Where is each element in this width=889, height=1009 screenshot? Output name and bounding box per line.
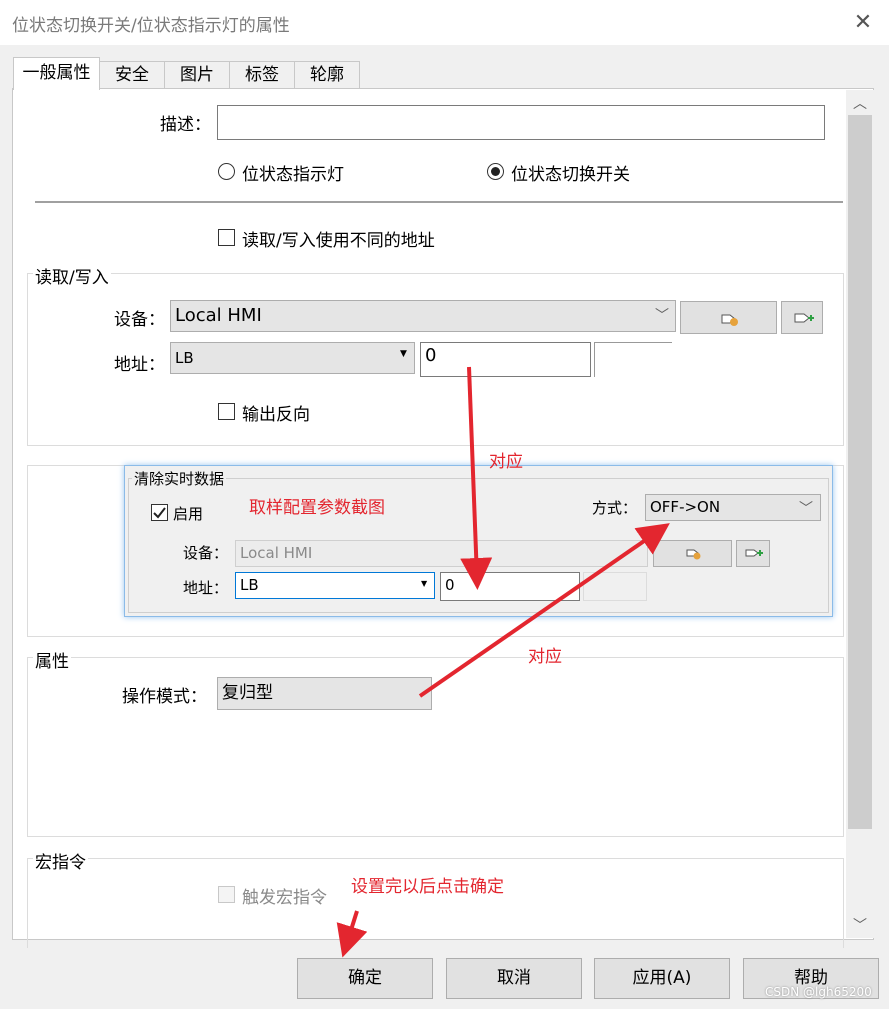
apply-button[interactable]: 应用(A): [594, 958, 730, 999]
tab-general[interactable]: 一般属性: [13, 57, 100, 90]
window-title: 位状态切换开关/位状态指示灯的属性: [12, 16, 290, 36]
diff-address-label: 读取/写入使用不同的地址: [242, 231, 435, 251]
device-add-button[interactable]: [781, 301, 823, 334]
checkmark-icon: [153, 507, 166, 519]
tag-add-icon: [745, 549, 763, 557]
clear-address-extra-field: [583, 572, 647, 601]
address-type-select[interactable]: LB: [170, 342, 415, 374]
clear-realtime-data-legend: 清除实时数据: [132, 468, 227, 489]
clear-enable-label: 启用: [173, 505, 204, 523]
clear-mode-select[interactable]: OFF->ON: [645, 494, 821, 521]
trigger-macro-label: 触发宏指令: [242, 888, 327, 908]
clear-address-type-select[interactable]: LB: [235, 572, 435, 599]
tab-picture[interactable]: 图片: [164, 61, 230, 88]
radio-bit-switch-label: 位状态切换开关: [511, 165, 630, 185]
operation-mode-value: 复归型: [222, 683, 273, 703]
tag-add-icon: [794, 313, 814, 323]
operation-mode-label: 操作模式：: [122, 687, 207, 707]
tab-label[interactable]: 标签: [229, 61, 295, 88]
description-input[interactable]: [217, 105, 825, 140]
scroll-up-icon[interactable]: ︿: [848, 93, 872, 113]
clear-device-value: Local HMI: [240, 544, 313, 562]
clear-device-label: 设备：: [183, 544, 229, 562]
address-extra-field: [594, 342, 672, 377]
scrollbar-thumb[interactable]: [848, 115, 872, 829]
macro-legend: 宏指令: [33, 848, 88, 873]
clear-address-type-value: LB: [240, 576, 259, 594]
cancel-button[interactable]: 取消: [446, 958, 582, 999]
diff-address-checkbox[interactable]: [218, 229, 235, 246]
clear-device-select[interactable]: Local HMI: [235, 540, 648, 567]
operation-mode-select[interactable]: 复归型: [217, 677, 432, 710]
caret-down-icon: ▼: [400, 349, 407, 359]
tag-settings-icon: [721, 314, 738, 326]
caret-down-icon: ▼: [421, 579, 428, 588]
tag-settings-icon: [686, 549, 701, 560]
clear-address-label: 地址：: [183, 579, 229, 597]
device-label: 设备：: [114, 310, 165, 330]
clear-enable-checkbox[interactable]: [151, 504, 168, 521]
watermark: CSDN @lgh65200: [765, 985, 872, 999]
ok-button[interactable]: 确定: [297, 958, 433, 999]
device-select-value: Local HMI: [175, 305, 262, 326]
tab-security[interactable]: 安全: [99, 61, 165, 88]
annotation-corresponds-2: 对应: [528, 647, 562, 667]
invert-output-label: 输出反向: [242, 405, 310, 425]
address-input[interactable]: 0: [420, 342, 591, 377]
clear-address-input[interactable]: 0: [440, 572, 580, 601]
annotation-sample-screenshot: 取样配置参数截图: [249, 498, 385, 518]
close-icon[interactable]: ✕: [848, 8, 878, 38]
chevron-down-icon: ﹀: [655, 308, 669, 324]
trigger-macro-checkbox[interactable]: [218, 886, 235, 903]
radio-bit-switch[interactable]: [487, 163, 504, 180]
clear-mode-label: 方式：: [592, 499, 638, 517]
clear-device-settings-button[interactable]: [653, 540, 732, 567]
radio-bit-lamp-label: 位状态指示灯: [242, 165, 344, 185]
address-type-value: LB: [175, 349, 194, 367]
clear-mode-value: OFF->ON: [650, 498, 721, 516]
read-write-legend: 读取/写入: [33, 263, 111, 288]
address-label: 地址：: [114, 355, 165, 375]
invert-output-checkbox[interactable]: [218, 403, 235, 420]
annotation-confirm-hint: 设置完以后点击确定: [351, 877, 504, 897]
radio-bit-lamp[interactable]: [218, 163, 235, 180]
device-settings-button[interactable]: [680, 301, 777, 334]
tab-outline[interactable]: 轮廓: [294, 61, 360, 88]
separator: [35, 201, 843, 203]
chevron-down-icon: ﹀: [799, 501, 813, 517]
device-select[interactable]: Local HMI: [170, 300, 676, 332]
clear-device-add-button[interactable]: [736, 540, 770, 567]
scroll-down-icon[interactable]: ﹀: [848, 915, 872, 935]
annotation-corresponds-1: 对应: [489, 452, 523, 472]
attributes-legend: 属性: [33, 647, 71, 672]
description-label: 描述：: [160, 115, 211, 135]
